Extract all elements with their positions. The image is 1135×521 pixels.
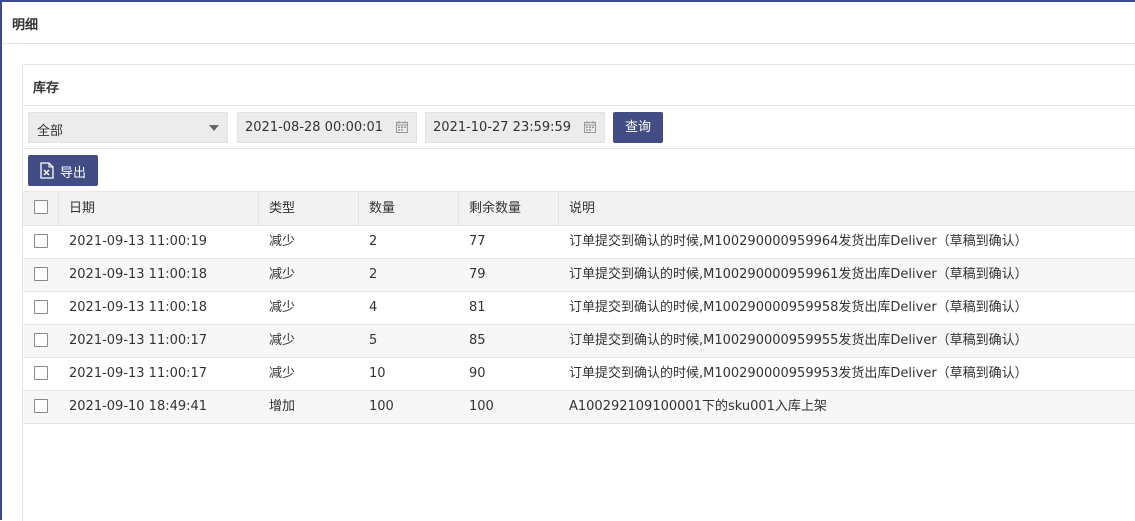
panel-header: 库存 [23,65,1135,106]
inventory-panel: 库存 全部 2021-08-28 00:00:01 2021-10-27 23:… [22,64,1135,521]
export-label: 导出 [60,166,87,181]
row-checkbox[interactable] [34,366,48,380]
column-divider [458,192,459,225]
start-date-value: 2021-08-28 00:00:01 [245,120,384,135]
cell-type: 减少 [269,333,296,348]
header-desc[interactable]: 说明 [569,192,595,225]
table-row[interactable]: 2021-09-13 11:00:18 减少 4 81 订单提交到确认的时候,M… [23,292,1135,325]
panel-title: 库存 [33,81,60,96]
cell-desc: 订单提交到确认的时候,M100290000959961发货出库Deliver（草… [569,267,1028,282]
cell-date: 2021-09-13 11:00:19 [69,234,208,249]
cell-type: 减少 [269,300,296,315]
filter-bar: 全部 2021-08-28 00:00:01 2021-10-27 23:59:… [23,106,1135,149]
row-checkbox[interactable] [34,300,48,314]
column-divider [558,192,559,225]
export-button[interactable]: 导出 [28,155,98,186]
window-header: 明细 [2,2,1135,44]
type-select-value: 全部 [37,124,64,139]
cell-remaining: 85 [469,333,486,348]
column-divider [258,192,259,225]
row-checkbox[interactable] [34,333,48,347]
end-date-value: 2021-10-27 23:59:59 [433,120,572,135]
cell-qty: 100 [369,399,394,414]
cell-type: 减少 [269,366,296,381]
cell-date: 2021-09-13 11:00:17 [69,333,208,348]
cell-qty: 10 [369,366,386,381]
cell-date: 2021-09-10 18:49:41 [69,399,208,414]
cell-qty: 2 [369,234,378,249]
excel-file-icon [40,162,54,179]
type-select[interactable]: 全部 [28,112,228,143]
cell-remaining: 79 [469,267,486,282]
cell-qty: 5 [369,333,378,348]
calendar-icon [396,121,408,133]
cell-desc: 订单提交到确认的时候,M100290000959953发货出库Deliver（草… [569,366,1028,381]
chevron-down-icon [209,125,219,131]
inventory-table: 日期 类型 数量 剩余数量 说明 2021-09-13 11:00:19 减少 … [23,191,1135,424]
column-divider [58,192,59,225]
table-row[interactable]: 2021-09-10 18:49:41 增加 100 100 A10029210… [23,391,1135,424]
select-all-checkbox[interactable] [34,200,48,214]
row-checkbox[interactable] [34,399,48,413]
table-header: 日期 类型 数量 剩余数量 说明 [23,191,1135,226]
table-row[interactable]: 2021-09-13 11:00:17 减少 5 85 订单提交到确认的时候,M… [23,325,1135,358]
calendar-icon [584,121,596,133]
start-date-input[interactable]: 2021-08-28 00:00:01 [237,112,417,143]
cell-remaining: 90 [469,366,486,381]
query-button[interactable]: 查询 [613,112,663,143]
cell-type: 减少 [269,234,296,249]
cell-qty: 2 [369,267,378,282]
table-row[interactable]: 2021-09-13 11:00:17 减少 10 90 订单提交到确认的时候,… [23,358,1135,391]
window-title: 明细 [12,18,39,33]
cell-remaining: 81 [469,300,486,315]
row-checkbox[interactable] [34,267,48,281]
header-date[interactable]: 日期 [69,192,95,225]
cell-type: 增加 [269,399,296,414]
cell-desc: 订单提交到确认的时候,M100290000959958发货出库Deliver（草… [569,300,1028,315]
column-divider [358,192,359,225]
table-row[interactable]: 2021-09-13 11:00:18 减少 2 79 订单提交到确认的时候,M… [23,259,1135,292]
cell-date: 2021-09-13 11:00:18 [69,267,208,282]
cell-date: 2021-09-13 11:00:17 [69,366,208,381]
cell-desc: 订单提交到确认的时候,M100290000959955发货出库Deliver（草… [569,333,1028,348]
cell-remaining: 77 [469,234,486,249]
window-left-border [0,0,2,520]
table-row[interactable]: 2021-09-13 11:00:19 减少 2 77 订单提交到确认的时候,M… [23,226,1135,259]
row-checkbox[interactable] [34,234,48,248]
header-remaining[interactable]: 剩余数量 [469,192,521,225]
cell-desc: 订单提交到确认的时候,M100290000959964发货出库Deliver（草… [569,234,1028,249]
header-type[interactable]: 类型 [269,192,295,225]
header-qty[interactable]: 数量 [369,192,395,225]
end-date-input[interactable]: 2021-10-27 23:59:59 [425,112,605,143]
cell-qty: 4 [369,300,378,315]
cell-remaining: 100 [469,399,494,414]
cell-date: 2021-09-13 11:00:18 [69,300,208,315]
cell-desc: A100292109100001下的sku001入库上架 [569,399,827,414]
cell-type: 减少 [269,267,296,282]
